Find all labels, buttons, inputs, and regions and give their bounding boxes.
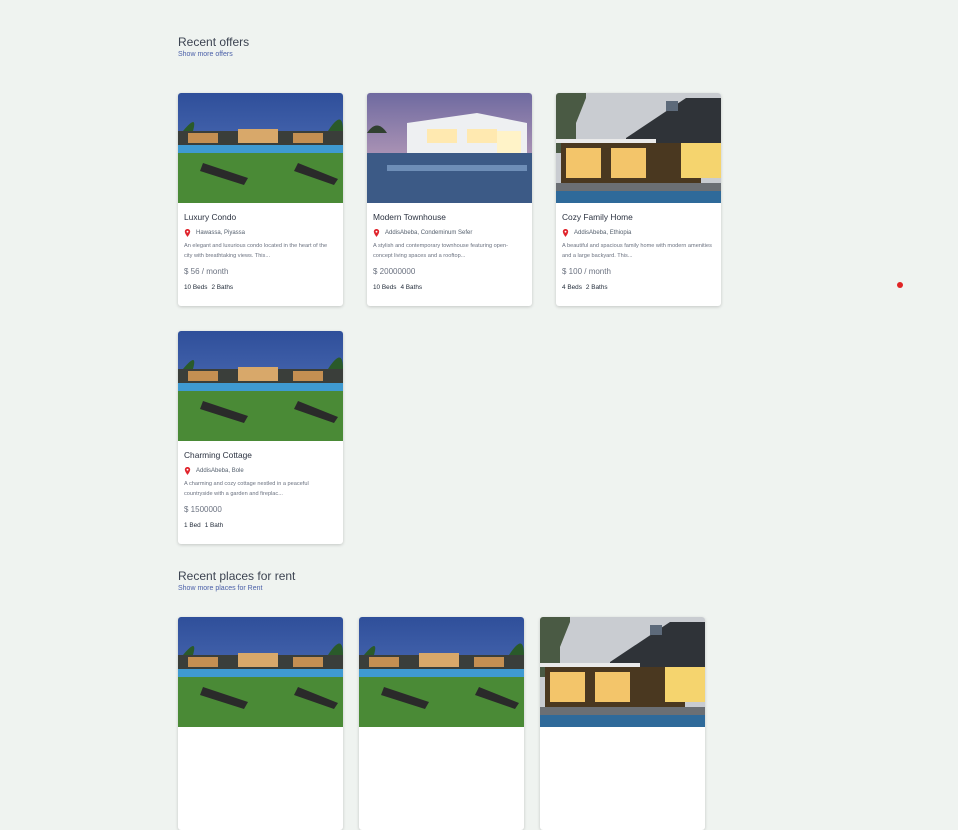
- rent-card-2[interactable]: [540, 617, 705, 830]
- show-more-offers-link[interactable]: Show more offers: [178, 51, 233, 58]
- rent-card-0[interactable]: [178, 617, 343, 830]
- property-title: Luxury Condo: [184, 212, 237, 222]
- property-beds: 10 Beds: [373, 284, 397, 291]
- property-image: [367, 93, 532, 203]
- rent-card-1[interactable]: [359, 617, 524, 830]
- property-image: [178, 93, 343, 203]
- offer-card-2[interactable]: Cozy Family Home AddisAbeba, Ethiopia A …: [556, 93, 721, 306]
- status-dot: [897, 282, 903, 288]
- property-title: Charming Cottage: [184, 450, 252, 460]
- property-image: [359, 617, 524, 727]
- location-pin-icon: [373, 229, 380, 237]
- property-description: A charming and cozy cottage nestled in a…: [184, 481, 309, 497]
- property-baths: 2 Baths: [585, 284, 608, 291]
- property-price: $ 100 / month: [562, 267, 611, 276]
- property-baths: 2 Baths: [211, 284, 234, 291]
- property-title: Cozy Family Home: [562, 212, 633, 222]
- property-description: An elegant and luxurious condo located i…: [184, 243, 328, 259]
- offer-card-3[interactable]: Charming Cottage AddisAbeba, Bole A char…: [178, 331, 343, 544]
- property-price: $ 56 / month: [184, 267, 229, 276]
- offer-card-1[interactable]: Modern Townhouse AddisAbeba, Condeminum …: [367, 93, 532, 306]
- section-title-offers: Recent offers: [178, 35, 250, 49]
- property-title: Modern Townhouse: [373, 212, 446, 222]
- property-beds: 10 Beds: [184, 284, 208, 291]
- show-more-rent-link[interactable]: Show more places for Rent: [178, 585, 262, 592]
- location-pin-icon: [562, 229, 569, 237]
- location-pin-icon: [184, 229, 191, 237]
- offer-card-0[interactable]: Luxury Condo Hawassa, Piyassa An elegant…: [178, 93, 343, 306]
- property-location: Hawassa, Piyassa: [196, 230, 246, 236]
- property-description: A stylish and contemporary townhouse fea…: [373, 243, 508, 259]
- property-image: [540, 617, 705, 727]
- property-baths: 4 Baths: [400, 284, 423, 291]
- property-location: AddisAbeba, Bole: [196, 468, 244, 474]
- property-description: A beautiful and spacious family home wit…: [562, 243, 712, 259]
- property-image: [178, 617, 343, 727]
- property-baths: 1 Bath: [204, 522, 224, 529]
- property-image: [178, 331, 343, 441]
- property-location: AddisAbeba, Ethiopia: [574, 230, 632, 236]
- location-pin-icon: [184, 467, 191, 475]
- property-image: [556, 93, 721, 203]
- property-beds: 4 Beds: [562, 284, 582, 291]
- property-price: $ 20000000: [373, 267, 416, 276]
- property-beds: 1 Bed: [184, 522, 201, 529]
- property-location: AddisAbeba, Condeminum Sefer: [385, 230, 473, 236]
- section-title-rent: Recent places for rent: [178, 569, 296, 583]
- property-price: $ 1500000: [184, 505, 222, 514]
